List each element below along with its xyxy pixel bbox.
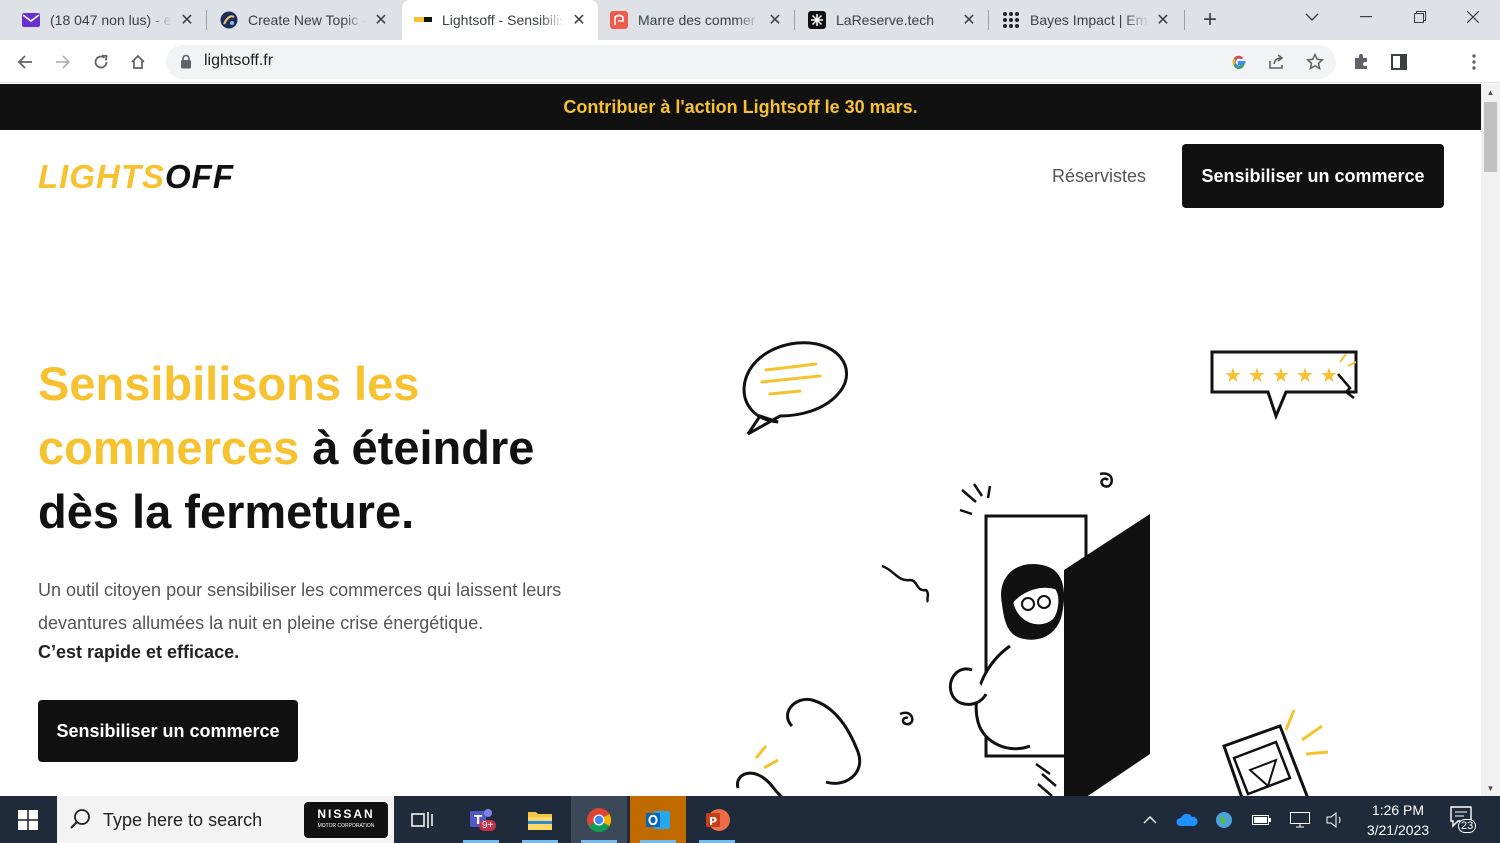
megaphone-poster-icon [1222, 709, 1329, 796]
search-placeholder: Type here to search [103, 810, 263, 830]
extensions-icon[interactable] [1347, 48, 1375, 76]
folder-icon [528, 811, 552, 830]
notification-count: 23 [1458, 819, 1477, 833]
lightsoff-icon [414, 11, 432, 29]
svg-text:★: ★ [1248, 363, 1266, 387]
dots-grid-icon [1002, 11, 1020, 29]
page-scrollbar[interactable]: ▲ ▼ [1481, 84, 1500, 796]
tab-lareserve[interactable]: LaReserve.tech ✕ [796, 0, 988, 40]
forward-icon[interactable] [49, 48, 77, 76]
google-icon[interactable] [1225, 48, 1253, 76]
menu-kebab-icon[interactable] [1460, 48, 1488, 76]
search-highlight-nissan[interactable]: NISSAN MOTOR CORPORATION [304, 802, 388, 838]
tab-search-icon[interactable] [1289, 0, 1335, 34]
hero-illustration: ★ ★ ★ ★ ★ [736, 341, 1358, 796]
back-icon[interactable] [11, 48, 39, 76]
powerpoint-icon: P [706, 808, 730, 831]
door-figure [948, 514, 1150, 796]
chrome-icon [587, 807, 612, 832]
close-icon[interactable]: ✕ [1154, 11, 1172, 29]
tab-mail[interactable]: (18 047 non lus) - en ✕ [10, 0, 206, 40]
tab-strip: (18 047 non lus) - en ✕ Create New Topic… [0, 0, 1500, 40]
mail-icon [22, 11, 40, 29]
side-panel-icon[interactable] [1385, 48, 1413, 76]
snowflake-icon [808, 11, 826, 29]
phone-icon [736, 697, 862, 796]
notification-center-button[interactable]: 23 [1450, 806, 1480, 836]
vpn-globe-icon[interactable] [1212, 808, 1236, 832]
tab-lightsoff[interactable]: Lightsoff - Sensibilis ✕ [402, 0, 598, 40]
minimize-icon[interactable] [1343, 0, 1389, 34]
review-stars-icon: ★ ★ ★ ★ ★ [1210, 350, 1358, 421]
share-icon[interactable] [1263, 48, 1291, 76]
url-text: lightsoff.fr [204, 52, 274, 69]
tab-marre[interactable]: Marre des commer ✕ [598, 0, 794, 40]
close-icon[interactable]: ✕ [960, 11, 978, 29]
restore-icon[interactable] [1397, 0, 1443, 34]
page-viewport: Contribuer à l'action Lightsoff le 30 ma… [0, 84, 1481, 796]
browser-toolbar: lightsoff.fr E [0, 40, 1500, 113]
hero-description: Un outil citoyen pour sensibiliser les c… [38, 580, 562, 633]
close-icon[interactable]: ✕ [570, 11, 588, 29]
svg-text:★: ★ [1296, 363, 1314, 387]
close-icon[interactable]: ✕ [372, 11, 390, 29]
hero-title: Sensibilisons les commerces à éteindre d… [38, 357, 535, 538]
file-explorer-button[interactable] [512, 796, 568, 843]
windows-start-button[interactable] [0, 796, 56, 843]
task-view-button[interactable] [394, 796, 450, 843]
onedrive-icon[interactable] [1175, 808, 1199, 832]
svg-text:P: P [709, 815, 717, 828]
teams-badge: 9+ [479, 820, 497, 831]
scroll-down-arrow-icon[interactable]: ▼ [1481, 780, 1500, 796]
announcement-banner[interactable]: Contribuer à l'action Lightsoff le 30 ma… [0, 84, 1481, 130]
battery-icon[interactable] [1250, 808, 1274, 832]
outlook-icon [646, 810, 670, 829]
search-icon [69, 808, 91, 835]
tab-separator [206, 10, 207, 30]
tab-bayes[interactable]: Bayes Impact | Emp ✕ [990, 0, 1182, 40]
svg-text:★: ★ [1272, 363, 1290, 387]
lock-icon [180, 54, 192, 74]
close-window-icon[interactable] [1450, 0, 1496, 34]
tab-separator [1184, 10, 1185, 30]
tab-create-topic[interactable]: Create New Topic - ✕ [208, 0, 400, 40]
nav-cta-button[interactable]: Sensibiliser un commerce [1182, 144, 1444, 208]
outlook-app-button[interactable] [630, 796, 686, 843]
close-icon[interactable]: ✕ [766, 11, 784, 29]
scroll-thumb[interactable] [1484, 102, 1497, 172]
volume-icon[interactable] [1324, 808, 1348, 832]
nav-reservistes-link[interactable]: Réservistes [1052, 166, 1146, 187]
windows-logo-icon [18, 809, 38, 830]
scroll-up-arrow-icon[interactable]: ▲ [1481, 84, 1500, 100]
reload-icon[interactable] [87, 48, 115, 76]
taskbar-search-box[interactable]: Type here to search NISSAN MOTOR CORPORA… [57, 796, 394, 843]
powerpoint-app-button[interactable]: P [689, 796, 745, 843]
new-tab-button[interactable]: + [1198, 6, 1222, 33]
site-logo[interactable]: LIGHTSOFF [38, 158, 234, 196]
address-bar[interactable]: lightsoff.fr [166, 45, 1336, 79]
tab-separator [794, 10, 795, 30]
task-view-icon [411, 811, 433, 828]
bookmark-star-icon[interactable] [1301, 48, 1329, 76]
hero-tagline: C’est rapide et efficace. [38, 642, 240, 662]
svg-text:★: ★ [1224, 363, 1242, 387]
system-clock[interactable]: 1:26 PM 3/21/2023 [1358, 800, 1438, 840]
chrome-app-button[interactable] [571, 796, 627, 843]
tray-chevron-up-icon[interactable] [1138, 808, 1162, 832]
network-icon[interactable] [1288, 808, 1312, 832]
teams-app-button[interactable]: T 9+ [453, 796, 509, 843]
hero-cta-button[interactable]: Sensibiliser un commerce [38, 700, 298, 762]
home-icon[interactable] [124, 48, 152, 76]
svg-text:★: ★ [1320, 363, 1338, 387]
windows-taskbar: Type here to search NISSAN MOTOR CORPORA… [0, 796, 1500, 843]
speech-bubble-icon [742, 341, 849, 436]
globe-night-icon [220, 11, 238, 29]
banner-text[interactable]: Contribuer à l'action Lightsoff le 30 ma… [563, 97, 917, 118]
close-icon[interactable]: ✕ [178, 11, 196, 29]
marre-icon [610, 11, 628, 29]
tab-separator [988, 10, 989, 30]
